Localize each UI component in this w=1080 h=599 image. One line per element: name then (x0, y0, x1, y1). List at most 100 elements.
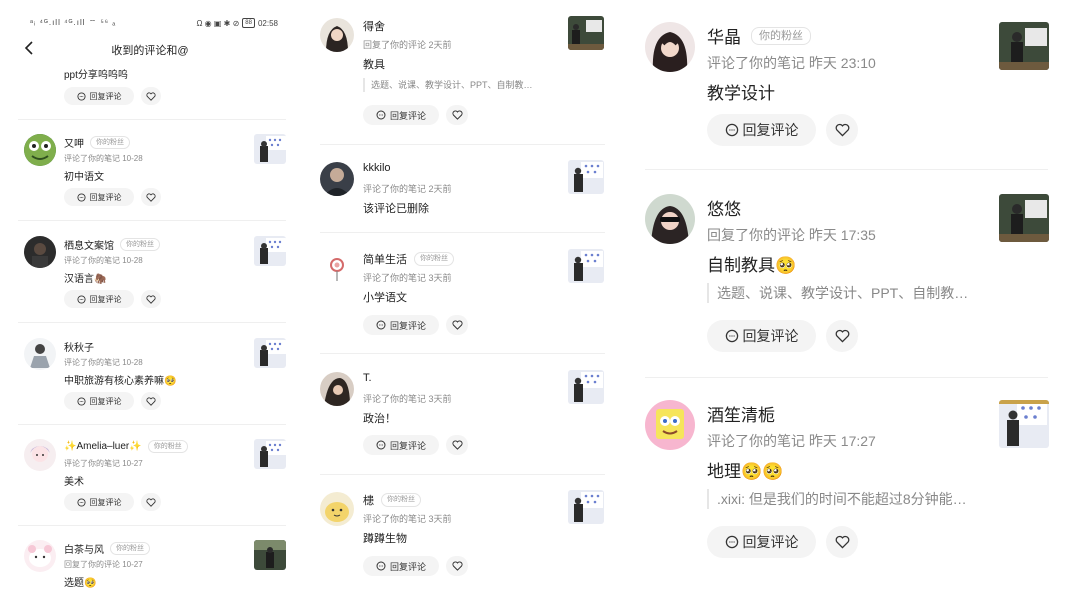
reply-comment-button[interactable]: 回复评论 (363, 435, 439, 455)
comment-meta: 回复了你的评论 10-27 (64, 560, 143, 569)
avatar[interactable] (320, 492, 354, 526)
note-thumbnail[interactable] (254, 439, 286, 469)
divider (320, 353, 605, 354)
username[interactable]: 酒笙清栀 (707, 401, 775, 426)
reply-comment-button[interactable]: 回复评论 (363, 315, 439, 335)
reply-comment-button[interactable]: 回复评论 (707, 526, 816, 558)
reply-comment-button[interactable]: 回复评论 (64, 290, 134, 308)
username[interactable]: 得舍 (363, 18, 385, 34)
like-button[interactable] (446, 435, 468, 455)
comment-meta: 评论了你的笔记 3天前 (363, 394, 452, 404)
like-button[interactable] (446, 315, 468, 335)
username[interactable]: 槵 (363, 492, 374, 508)
heart-icon (835, 535, 849, 549)
username[interactable]: 又呷 (64, 135, 84, 150)
like-button[interactable] (141, 87, 161, 105)
note-thumbnail[interactable] (254, 338, 286, 368)
avatar[interactable] (24, 540, 56, 572)
like-button[interactable] (141, 493, 161, 511)
username[interactable]: 悠悠 (707, 195, 741, 220)
note-thumbnail[interactable] (254, 236, 286, 266)
note-thumbnail[interactable] (568, 490, 604, 524)
avatar[interactable] (24, 134, 56, 166)
quoted-comment: 选题、说课、教学设计、PPT、自制教… (363, 78, 558, 92)
avatar[interactable] (645, 400, 695, 450)
signal-icon: ᵃᵢ ⁴ᴳ.ıll ⁴ᴳ.ıll ⌔ ⁵⁶ ₐ (30, 18, 117, 27)
note-thumbnail[interactable] (568, 370, 604, 404)
avatar[interactable] (320, 251, 354, 285)
avatar[interactable] (645, 194, 695, 244)
nav-bar: 收到的评论和@ (0, 38, 300, 60)
divider (645, 169, 1048, 170)
fan-badge: 你的粉丝 (751, 26, 811, 45)
username[interactable]: ✨Amelia–luer✨ (64, 441, 142, 452)
like-button[interactable] (826, 320, 858, 352)
like-button[interactable] (446, 105, 468, 125)
divider (18, 322, 286, 323)
comment-icon (376, 320, 386, 330)
avatar[interactable] (645, 22, 695, 72)
comment-meta: 评论了你的笔记 3天前 (363, 514, 452, 524)
reply-comment-button[interactable]: 回复评论 (707, 320, 816, 352)
comment-text: 该评论已删除 (363, 203, 429, 215)
username[interactable]: 简单生活 (363, 251, 407, 267)
like-button[interactable] (141, 188, 161, 206)
heart-icon (146, 497, 156, 507)
comment-text: 初中语文 (64, 172, 104, 183)
comment-icon (725, 535, 738, 549)
comment-icon (376, 440, 386, 450)
status-time: 02:58 (257, 18, 278, 28)
avatar[interactable] (320, 18, 354, 52)
divider (320, 232, 605, 233)
username[interactable]: 秋秋子 (64, 339, 94, 354)
avatar[interactable] (320, 162, 354, 196)
username[interactable]: T. (363, 372, 372, 384)
note-thumbnail[interactable] (254, 134, 286, 164)
heart-icon (835, 123, 849, 137)
note-thumbnail[interactable] (999, 22, 1049, 70)
like-button[interactable] (141, 392, 161, 410)
note-thumbnail[interactable] (568, 160, 604, 194)
like-button[interactable] (826, 526, 858, 558)
like-button[interactable] (141, 290, 161, 308)
reply-comment-button[interactable]: 回复评论 (363, 105, 439, 125)
avatar[interactable] (320, 372, 354, 406)
reply-label: 回复评论 (742, 122, 799, 138)
reply-comment-button[interactable]: 回复评论 (64, 188, 134, 206)
username[interactable]: 华晶 (707, 23, 741, 48)
username[interactable]: 白茶与风 (64, 541, 104, 556)
reply-comment-button[interactable]: 回复评论 (64, 87, 134, 105)
comment-meta: 评论了你的笔记 10-27 (64, 459, 143, 468)
avatar[interactable] (24, 236, 56, 268)
note-thumbnail[interactable] (999, 194, 1049, 242)
fan-badge: 你的粉丝 (381, 493, 421, 507)
reply-label: 回复评论 (389, 440, 426, 451)
note-thumbnail[interactable] (254, 540, 286, 570)
comment-meta: 回复了你的评论 昨天 17:35 (707, 227, 876, 243)
reply-comment-button[interactable]: 回复评论 (64, 493, 134, 511)
comment-meta: 评论了你的笔记 3天前 (363, 273, 452, 283)
note-thumbnail[interactable] (568, 249, 604, 283)
like-button[interactable] (446, 556, 468, 576)
reply-comment-button[interactable]: 回复评论 (64, 392, 134, 410)
note-thumbnail[interactable] (568, 16, 604, 50)
comment-icon (725, 329, 738, 343)
heart-icon (451, 110, 463, 120)
like-button[interactable] (826, 114, 858, 146)
username[interactable]: 栖息文案馆 (64, 237, 114, 252)
reply-label: 回复评论 (89, 294, 122, 304)
quoted-comment: .xixi: 但是我们的时间不能超过8分钟能… (707, 489, 979, 509)
comment-meta: 评论了你的笔记 10-28 (64, 256, 143, 265)
comment-icon (76, 192, 86, 202)
comment-meta: 评论了你的笔记 昨天 17:27 (707, 433, 876, 449)
heart-icon (146, 396, 156, 406)
note-thumbnail[interactable] (999, 400, 1049, 448)
comment-icon (76, 294, 86, 304)
reply-comment-button[interactable]: 回复评论 (363, 556, 439, 576)
status-bar: ᵃᵢ ⁴ᴳ.ıll ⁴ᴳ.ıll ⌔ ⁵⁶ ₐ Ω ◉ ▣ ✱ ⊘ 88 02:… (30, 16, 278, 30)
avatar[interactable] (24, 439, 56, 471)
reply-comment-button[interactable]: 回复评论 (707, 114, 816, 146)
avatar[interactable] (24, 338, 56, 370)
comment-text: 教学设计 (707, 84, 775, 103)
username[interactable]: kkkilo (363, 162, 391, 174)
